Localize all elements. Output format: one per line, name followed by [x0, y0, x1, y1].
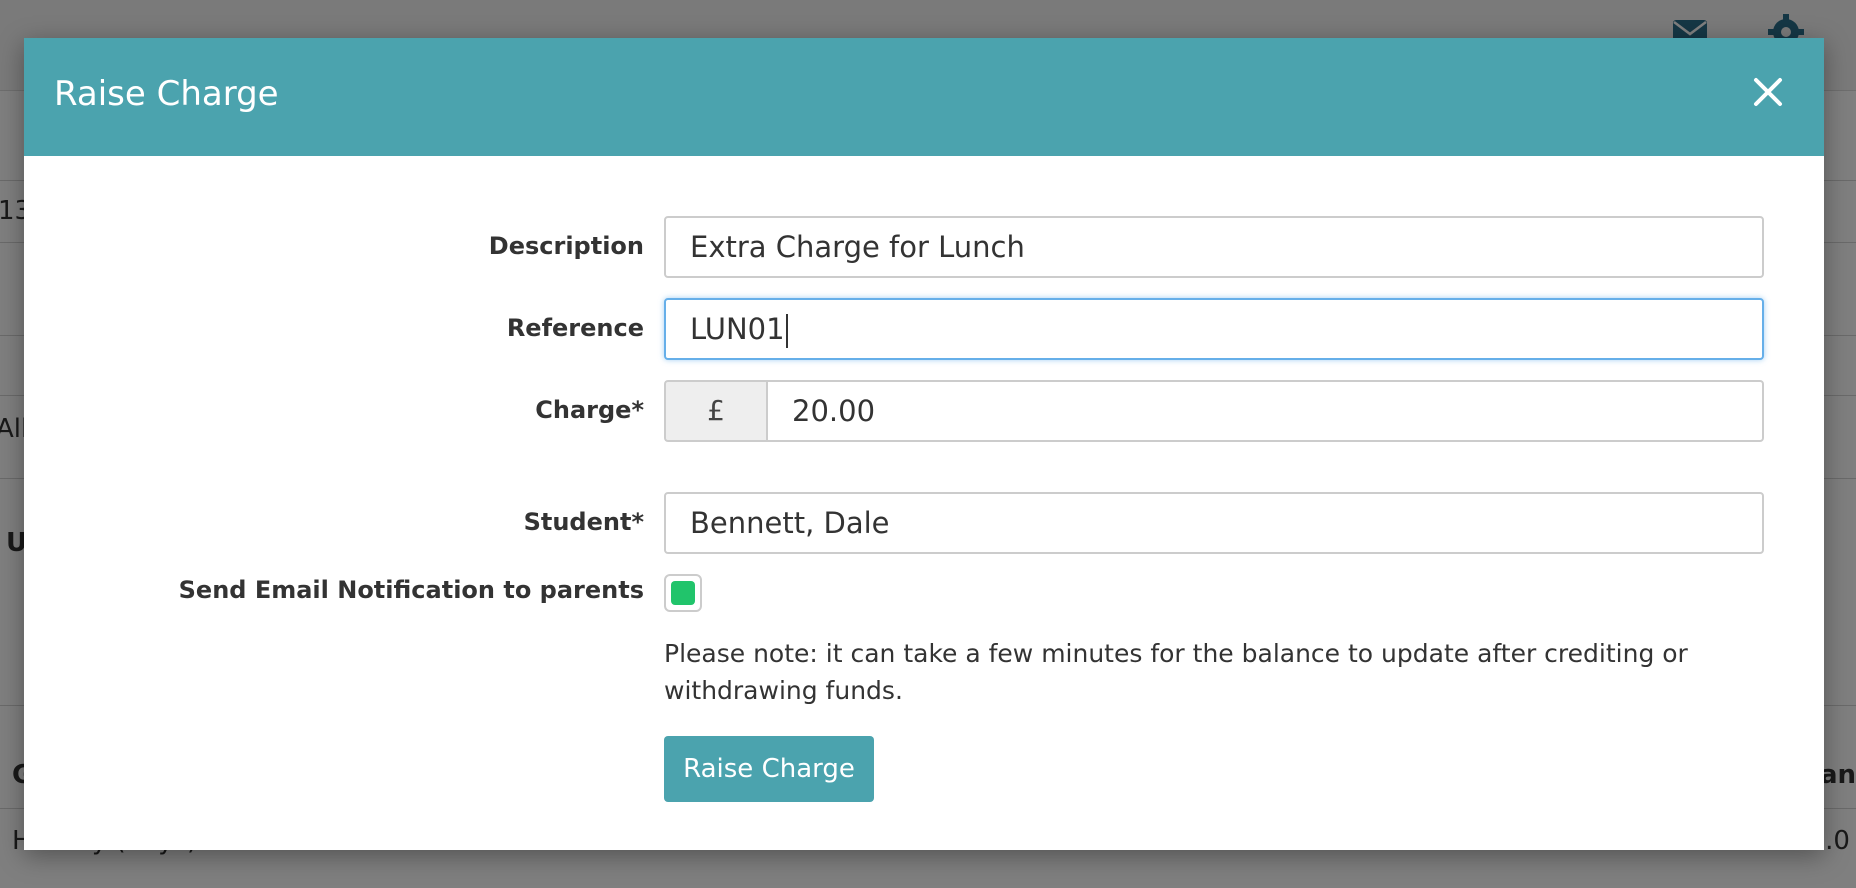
email-notification-checkbox[interactable] — [664, 574, 702, 612]
reference-value: LUN01 — [690, 312, 785, 346]
raise-charge-button[interactable]: Raise Charge — [664, 736, 874, 802]
description-label: Description — [488, 232, 644, 260]
balance-update-note: Please note: it can take a few minutes f… — [664, 639, 1688, 705]
modal-header: Raise Charge — [24, 38, 1824, 156]
email-notification-label: Send Email Notification to parents — [178, 576, 644, 604]
close-icon[interactable] — [1750, 74, 1786, 110]
text-caret — [785, 314, 788, 348]
reference-label: Reference — [506, 314, 644, 342]
student-label: Student* — [523, 508, 644, 536]
student-select[interactable]: Bennett, Dale — [664, 492, 1764, 554]
currency-addon: £ — [664, 380, 766, 442]
reference-input[interactable]: LUN01 — [664, 298, 1764, 360]
charge-label: Charge* — [535, 396, 644, 424]
charge-input[interactable]: 20.00 — [766, 380, 1764, 442]
modal-title: Raise Charge — [54, 74, 279, 114]
description-input[interactable]: Extra Charge for Lunch — [664, 216, 1764, 278]
checkbox-checked-indicator — [671, 581, 695, 605]
raise-charge-modal: Raise Charge Description Extra Charge fo… — [24, 38, 1824, 850]
